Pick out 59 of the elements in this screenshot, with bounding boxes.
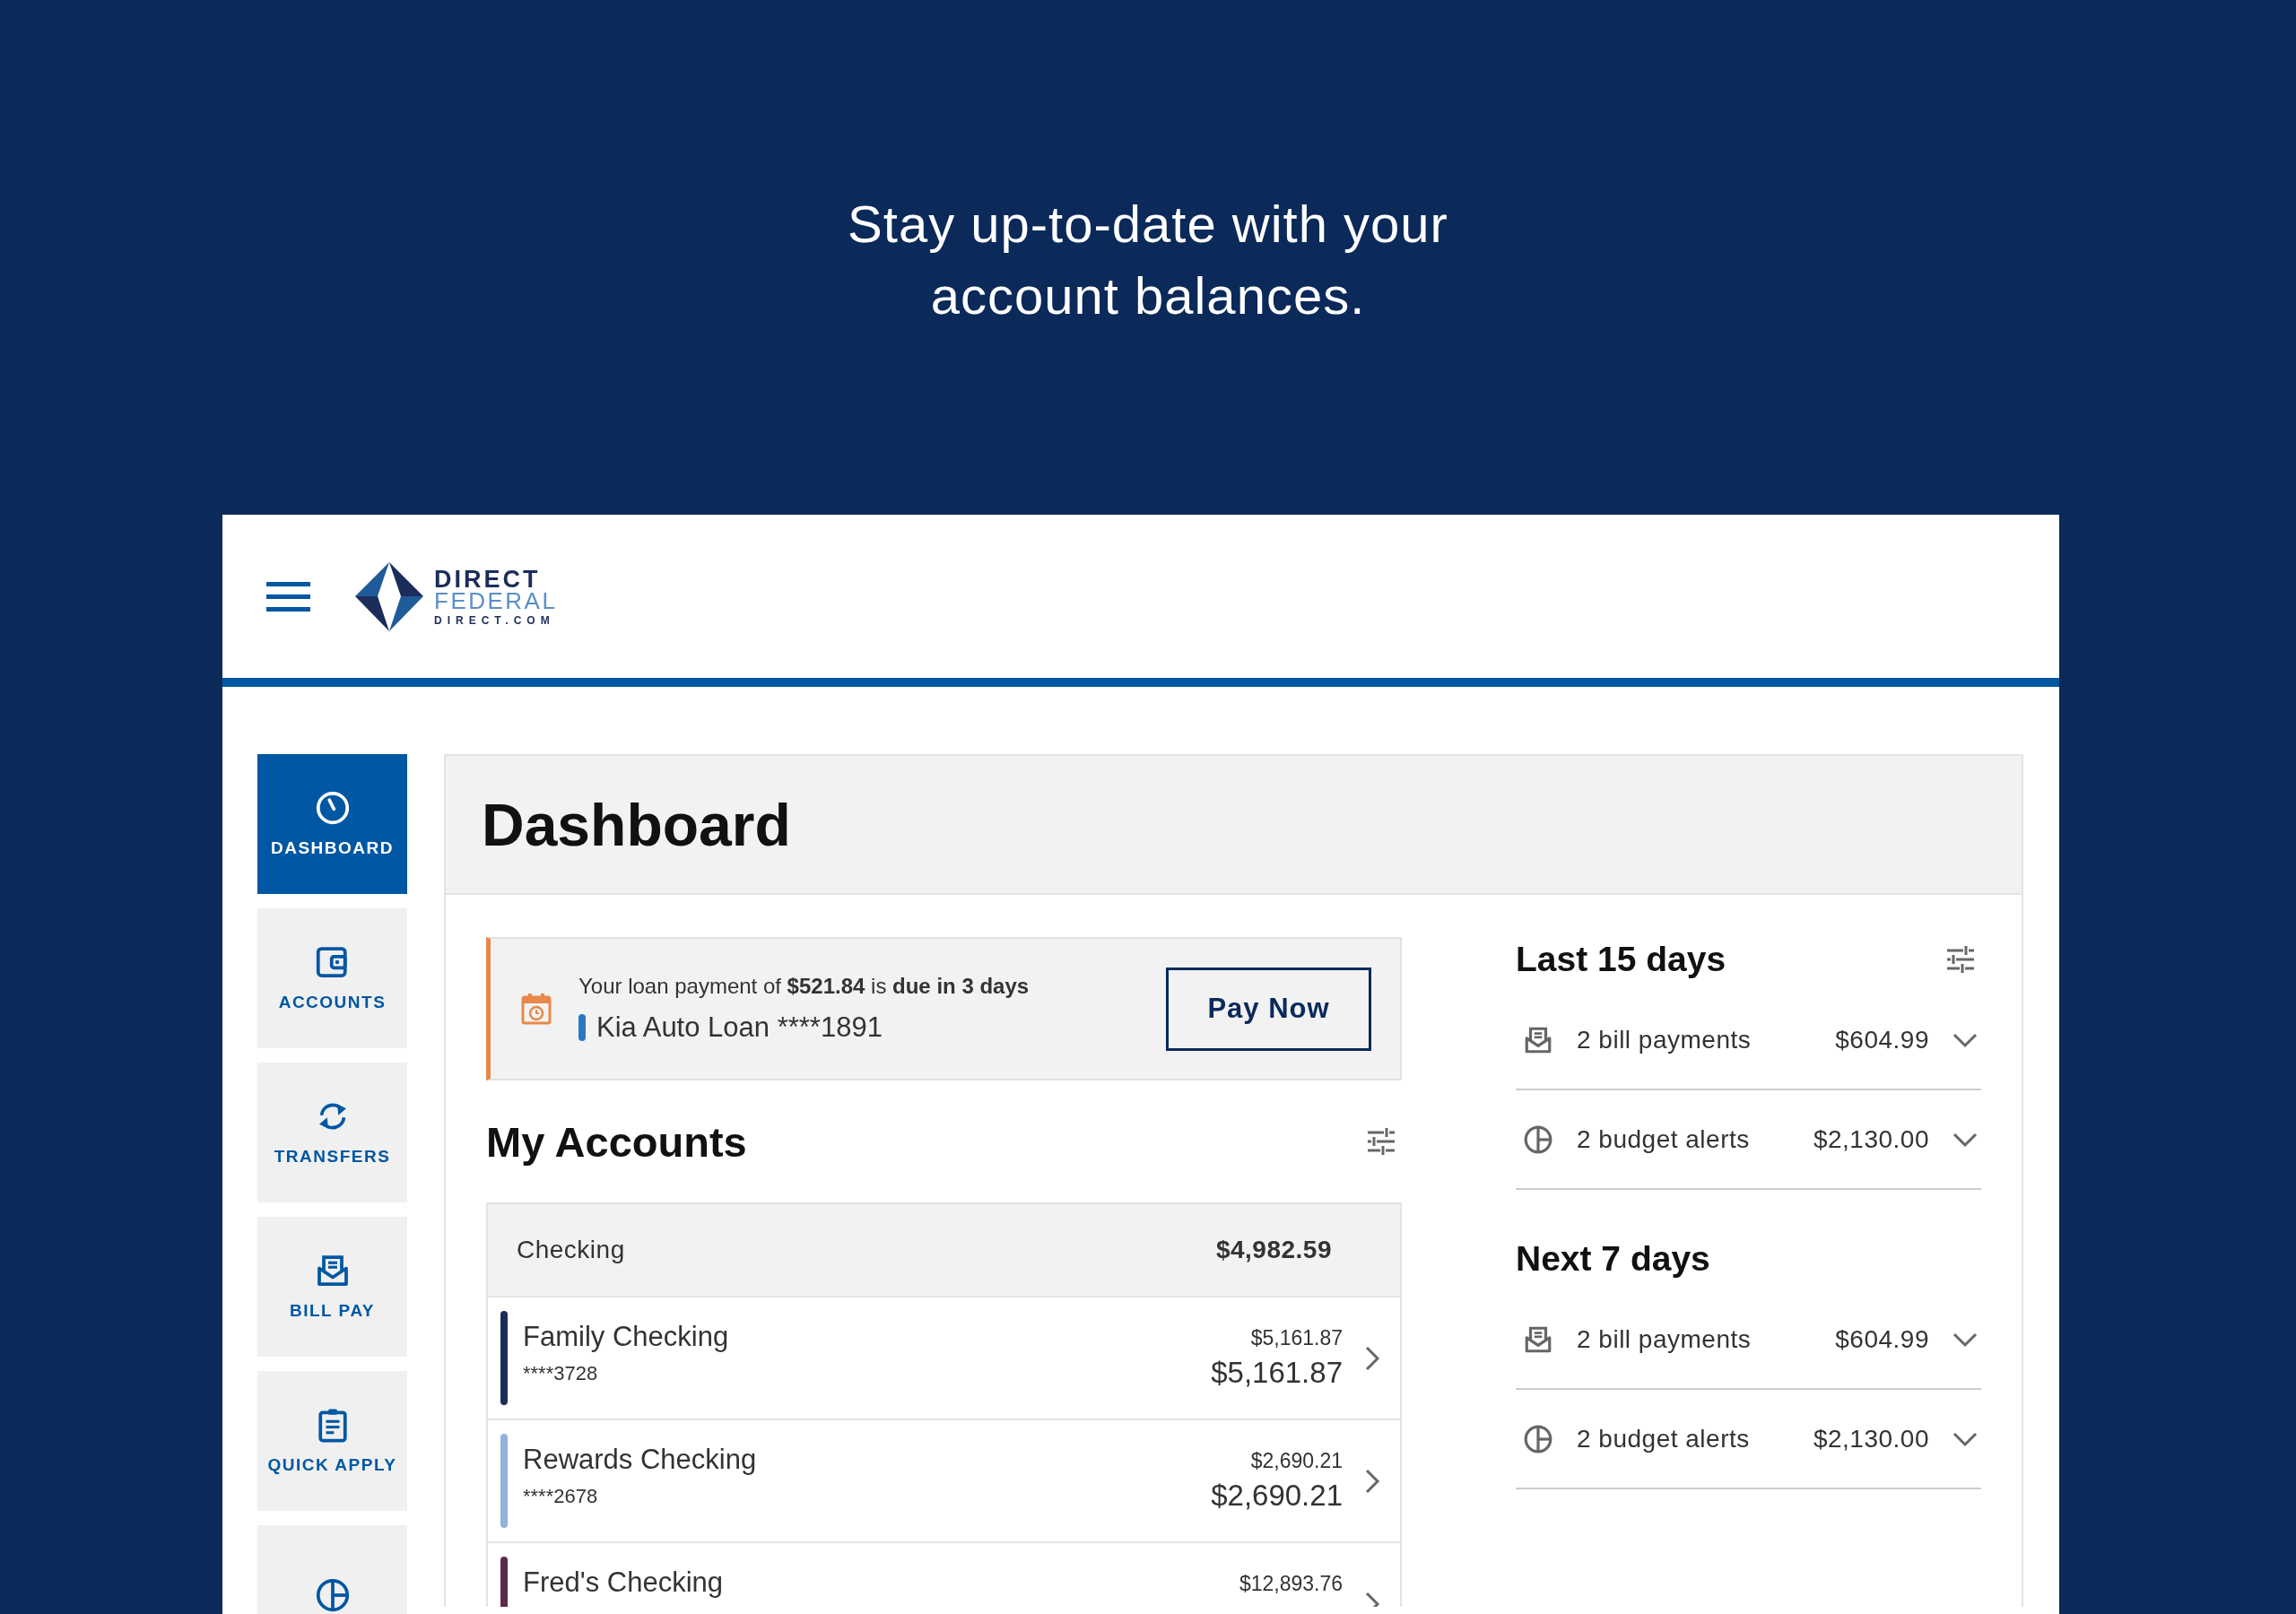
account-balance: $2,690.21 <box>1211 1479 1343 1513</box>
nav-tile[interactable]: QUICK APPLY <box>257 1371 407 1511</box>
logo[interactable]: DIRECT FEDERAL DIRECT.COM <box>355 561 558 631</box>
summary-amount: $2,130.00 <box>1813 1124 1929 1154</box>
group-name: Checking <box>517 1236 625 1264</box>
menu-icon <box>266 581 310 612</box>
nav-tile[interactable]: ACCOUNTS <box>257 908 407 1048</box>
chevron-down-icon[interactable] <box>1952 1131 1978 1148</box>
account-balance: $5,161.87 <box>1250 1326 1343 1350</box>
nav-tile[interactable]: DASHBOARD <box>257 754 407 894</box>
section-title: Next 7 days <box>1516 1239 1710 1279</box>
filter-icon[interactable] <box>1945 945 1976 974</box>
account-balance: $12,893.76 <box>1239 1572 1343 1596</box>
menu-button[interactable] <box>266 581 310 612</box>
account-group-header[interactable]: Checking $4,982.59 <box>488 1204 1400 1296</box>
summary-label: 2 budget alerts <box>1577 1124 1751 1154</box>
account-row[interactable]: Family Checking ****3728 $5,161.87 $5,161.87 <box>488 1296 1400 1419</box>
account-balance: $5,161.87 <box>1211 1356 1343 1390</box>
section-title: Last 15 days <box>1516 940 1726 979</box>
account-name: Fred's Checking <box>523 1566 724 1599</box>
nav-tile[interactable]: BILL PAY <box>257 1217 407 1357</box>
calendar-clock-icon <box>521 993 552 1025</box>
chevron-right-icon <box>1364 1467 1380 1495</box>
account-color-bar <box>578 1014 586 1041</box>
group-total: $4,982.59 <box>1215 1236 1332 1264</box>
summary-label: 2 budget alerts <box>1577 1424 1751 1453</box>
chevron-down-icon[interactable] <box>1952 1430 1978 1447</box>
chevron-down-icon[interactable] <box>1952 1031 1978 1048</box>
chevron-down-icon[interactable] <box>1952 1331 1978 1348</box>
summary-amount: $604.99 <box>1835 1324 1929 1354</box>
loan-account-name: Kia Auto Loan ****1891 <box>596 1011 883 1044</box>
pie-chart-icon <box>314 1577 351 1613</box>
summary-amount: $2,130.00 <box>1813 1424 1929 1453</box>
account-row[interactable]: Rewards Checking ****2678 $2,690.21 $2,690.21 <box>488 1419 1400 1541</box>
pie-chart-icon <box>1523 1124 1553 1155</box>
account-number: ****2678 <box>523 1485 599 1508</box>
gauge-icon <box>314 790 351 826</box>
account-balance: $2,690.21 <box>1250 1449 1343 1473</box>
chevron-right-icon <box>1364 1344 1380 1372</box>
page-title: Dashboard <box>482 790 791 859</box>
pie-chart-icon <box>1523 1423 1553 1454</box>
summary-amount: $604.99 <box>1835 1025 1929 1054</box>
summary-label: 2 bill payments <box>1577 1324 1752 1354</box>
account-name: Rewards Checking <box>523 1444 758 1476</box>
pay-now-button[interactable]: Pay Now <box>1166 967 1371 1051</box>
account-name: Family Checking <box>523 1321 730 1353</box>
summary-row[interactable]: 2 bill payments $604.99 <box>1516 991 1981 1090</box>
nav-tile[interactable]: TRANSFERS <box>257 1063 407 1202</box>
diamond-logo-icon <box>355 561 423 631</box>
summary-label: 2 bill payments <box>1577 1025 1752 1054</box>
filter-icon[interactable] <box>1366 1127 1396 1156</box>
headline: Stay up-to-date with your account balances. <box>847 194 1449 326</box>
summary-row[interactable]: 2 budget alerts $2,130.00 <box>1516 1090 1981 1190</box>
payment-due-message: Your loan payment of $521.84 is due in 3 days <box>578 974 1031 999</box>
summary-row[interactable]: 2 budget alerts $2,130.00 <box>1516 1390 1981 1489</box>
account-number: ****3728 <box>523 1362 599 1385</box>
section-title: My Accounts <box>486 1116 747 1167</box>
account-row[interactable]: Fred's Checking $12,893.76 <box>488 1541 1400 1607</box>
summary-row[interactable]: 2 bill payments $604.99 <box>1516 1290 1981 1390</box>
